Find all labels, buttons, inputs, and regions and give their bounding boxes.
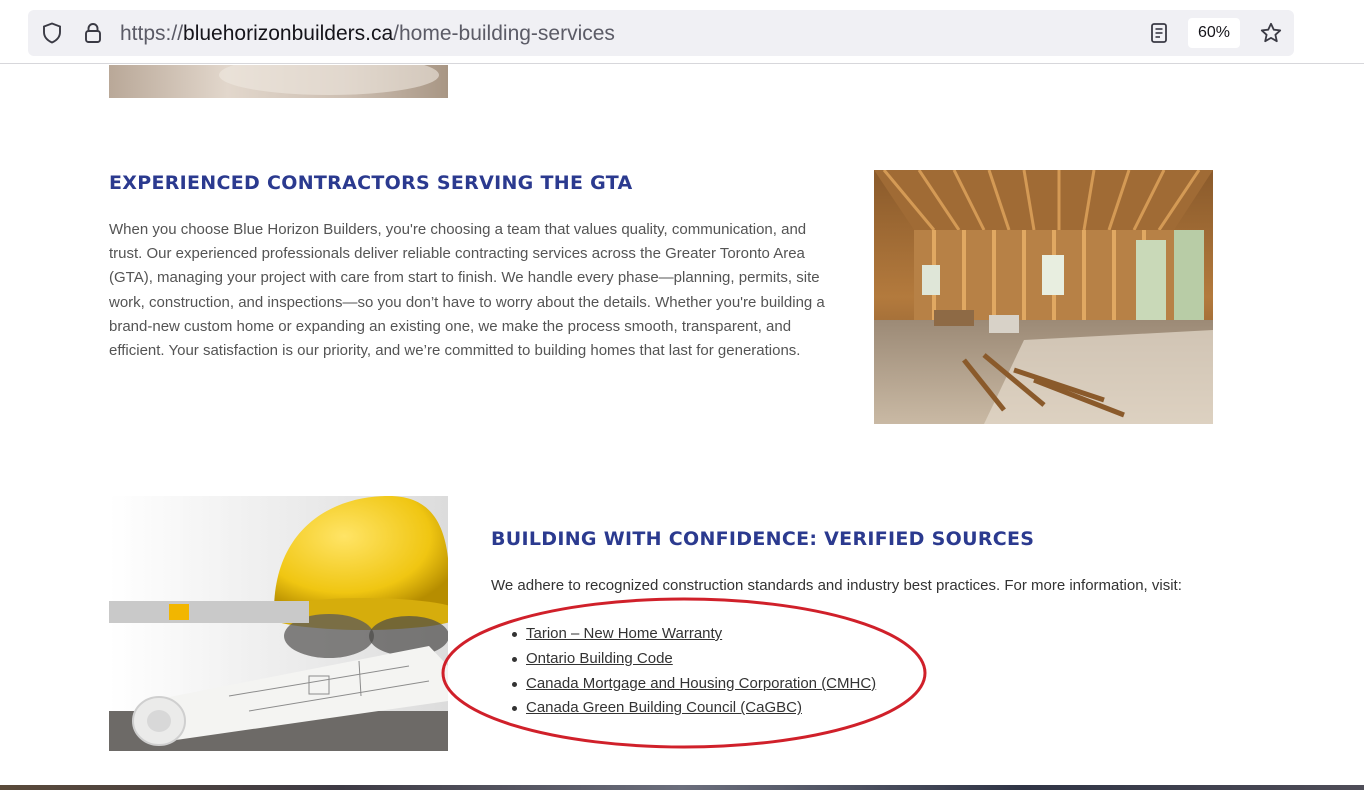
browser-toolbar: https://bluehorizonbuilders.ca/home-buil… [0, 0, 1364, 64]
next-section-edge [0, 785, 1364, 790]
shield-icon[interactable] [40, 21, 64, 45]
section-heading-sources: BUILDING WITH CONFIDENCE: VERIFIED SOURC… [491, 528, 1035, 550]
house-framing-photo [874, 170, 1213, 424]
url-scheme: https:// [120, 22, 184, 45]
section-heading-contractors: EXPERIENCED CONTRACTORS SERVING THE GTA [109, 172, 633, 194]
url-domain: bluehorizonbuilders.ca [183, 22, 394, 45]
lock-icon[interactable] [81, 21, 105, 45]
reader-view-icon[interactable] [1147, 21, 1171, 45]
address-bar[interactable]: https://bluehorizonbuilders.ca/home-buil… [28, 10, 1294, 56]
section-body-contractors: When you choose Blue Horizon Builders, y… [109, 221, 825, 360]
bookmark-star-icon[interactable] [1259, 21, 1283, 45]
hard-hat-blueprints-photo [109, 496, 448, 751]
annotation-ellipse [441, 597, 927, 749]
url-text[interactable]: https://bluehorizonbuilders.ca/home-buil… [120, 22, 615, 46]
url-path: /home-building-services [393, 22, 615, 45]
previous-section-photo [109, 65, 448, 98]
zoom-level-button[interactable]: 60% [1188, 18, 1240, 48]
